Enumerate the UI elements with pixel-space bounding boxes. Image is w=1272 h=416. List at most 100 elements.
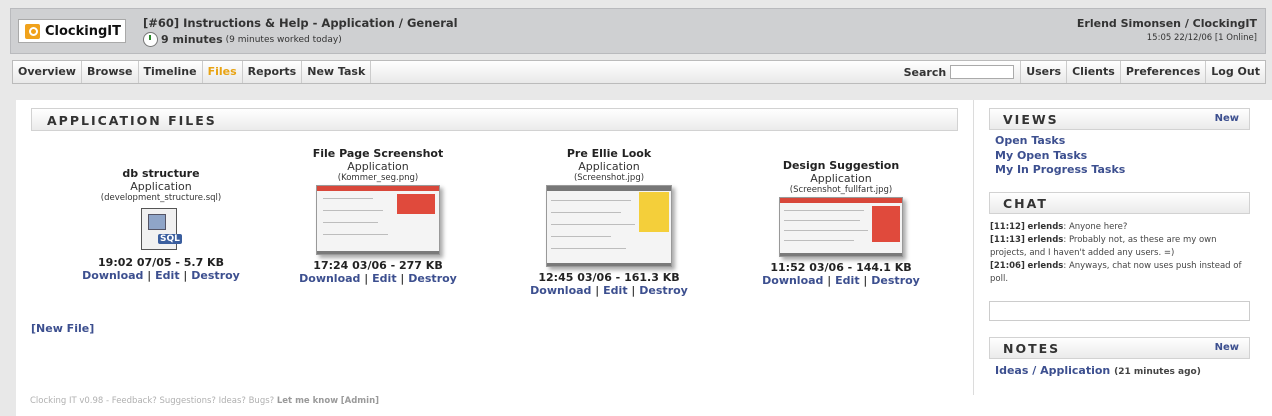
file-project: Application bbox=[578, 160, 640, 173]
admin-link[interactable]: [Admin] bbox=[341, 396, 379, 406]
chat-time: [11:12] bbox=[990, 222, 1025, 232]
chat-header: CHAT bbox=[989, 192, 1250, 214]
file-project: Application bbox=[810, 172, 872, 185]
edit-link[interactable]: Edit bbox=[603, 284, 627, 297]
nav-preferences[interactable]: Preferences bbox=[1119, 61, 1205, 83]
screenshot-thumbnail[interactable] bbox=[316, 185, 440, 255]
column-divider bbox=[973, 100, 974, 395]
file-item: File Page Screenshot Application (Kommer… bbox=[288, 147, 468, 285]
download-link[interactable]: Download bbox=[299, 272, 360, 285]
clockingit-logo[interactable]: ClockingIT bbox=[18, 19, 126, 43]
file-meta: 12:45 03/06 - 161.3 KB bbox=[538, 271, 680, 284]
file-original-name: (Screenshot.jpg) bbox=[573, 173, 645, 183]
chat-text: : Anyone here? bbox=[1063, 222, 1128, 232]
separator: | bbox=[183, 269, 188, 282]
file-name: File Page Screenshot bbox=[312, 147, 444, 160]
file-item: Pre Ellie Look Application (Screenshot.j… bbox=[519, 147, 699, 297]
worked-time-main: 9 minutes bbox=[161, 33, 223, 46]
nav-overview[interactable]: Overview bbox=[13, 61, 82, 83]
file-original-name: (Kommer_seg.png) bbox=[337, 173, 419, 183]
worked-time-detail: (9 minutes worked today) bbox=[225, 34, 342, 45]
view-my-in-progress-tasks[interactable]: My In Progress Tasks bbox=[995, 163, 1125, 176]
download-link[interactable]: Download bbox=[530, 284, 591, 297]
search-box: Search bbox=[904, 61, 1021, 83]
chat-title: CHAT bbox=[1003, 196, 1048, 211]
notes-header: NOTES New bbox=[989, 337, 1250, 359]
edit-link[interactable]: Edit bbox=[372, 272, 396, 285]
feedback-link[interactable]: Let me know bbox=[277, 396, 338, 406]
separator: | bbox=[400, 272, 405, 285]
file-name: db structure bbox=[122, 167, 200, 180]
file-actions: Download | Edit | Destroy bbox=[519, 284, 699, 297]
nav-files[interactable]: Files bbox=[203, 61, 243, 83]
chat-input[interactable] bbox=[989, 301, 1250, 321]
screenshot-thumbnail[interactable] bbox=[546, 185, 672, 267]
screenshot-thumbnail[interactable] bbox=[779, 197, 903, 257]
file-actions: Download | Edit | Destroy bbox=[288, 272, 468, 285]
note-age: (21 minutes ago) bbox=[1114, 367, 1201, 377]
clock-logo-icon bbox=[25, 23, 40, 39]
file-item: db structure Application (development_st… bbox=[71, 167, 251, 282]
nav-log-out[interactable]: Log Out bbox=[1205, 61, 1265, 83]
file-original-name: (Screenshot_fullfart.jpg) bbox=[789, 185, 893, 195]
chat-message: [11:12] erlends: Anyone here? bbox=[990, 221, 1252, 234]
download-link[interactable]: Download bbox=[762, 274, 823, 287]
content-panel: APPLICATION FILES db structure Applicati… bbox=[16, 100, 1272, 416]
file-meta: 11:52 03/06 - 144.1 KB bbox=[770, 261, 912, 274]
file-meta: 19:02 07/05 - 5.7 KB bbox=[98, 256, 224, 269]
views-header: VIEWS New bbox=[989, 108, 1250, 130]
download-link[interactable]: Download bbox=[82, 269, 143, 282]
file-actions: Download | Edit | Destroy bbox=[71, 269, 251, 282]
separator: | bbox=[364, 272, 369, 285]
destroy-link[interactable]: Destroy bbox=[871, 274, 920, 287]
chat-log: [11:12] erlends: Anyone here? [11:13] er… bbox=[990, 221, 1252, 286]
nav-new-task[interactable]: New Task bbox=[302, 61, 372, 83]
file-actions: Download | Edit | Destroy bbox=[751, 274, 931, 287]
nav-reports[interactable]: Reports bbox=[243, 61, 303, 83]
clock-icon[interactable] bbox=[143, 32, 158, 47]
nav-browse[interactable]: Browse bbox=[82, 61, 139, 83]
notes-list: Ideas / Application (21 minutes ago) bbox=[995, 364, 1201, 377]
note-item[interactable]: Ideas / Application bbox=[995, 364, 1110, 377]
nav-timeline[interactable]: Timeline bbox=[139, 61, 203, 83]
search-input[interactable] bbox=[950, 65, 1015, 79]
file-item: Design Suggestion Application (Screensho… bbox=[751, 159, 931, 287]
destroy-link[interactable]: Destroy bbox=[191, 269, 240, 282]
new-view-link[interactable]: New bbox=[1215, 113, 1239, 124]
chat-time: [21:06] bbox=[990, 261, 1025, 271]
chat-user: erlends bbox=[1027, 261, 1064, 271]
view-my-open-tasks[interactable]: My Open Tasks bbox=[995, 149, 1087, 162]
separator: | bbox=[863, 274, 868, 287]
chat-message: [11:13] erlends: Probably not, as these … bbox=[990, 234, 1252, 260]
files-title: APPLICATION FILES bbox=[47, 113, 217, 128]
separator: | bbox=[827, 274, 832, 287]
edit-link[interactable]: Edit bbox=[155, 269, 179, 282]
files-header: APPLICATION FILES bbox=[31, 108, 958, 131]
search-label: Search bbox=[903, 65, 947, 79]
view-open-tasks[interactable]: Open Tasks bbox=[995, 134, 1065, 147]
time-status: 15:05 22/12/06 [1 Online] bbox=[1146, 33, 1257, 43]
destroy-link[interactable]: Destroy bbox=[639, 284, 688, 297]
chat-time: [11:13] bbox=[990, 235, 1025, 245]
new-note-link[interactable]: New bbox=[1215, 342, 1239, 353]
file-name: Design Suggestion bbox=[782, 159, 900, 172]
file-meta: 17:24 03/06 - 277 KB bbox=[313, 259, 443, 272]
destroy-link[interactable]: Destroy bbox=[408, 272, 457, 285]
nav-users[interactable]: Users bbox=[1020, 61, 1066, 83]
chat-message: [21:06] erlends: Anyways, chat now uses … bbox=[990, 260, 1252, 286]
current-task-title[interactable]: [#60] Instructions & Help - Application … bbox=[143, 16, 458, 30]
separator: | bbox=[631, 284, 636, 297]
worked-time: 9 minutes (9 minutes worked today) bbox=[143, 32, 342, 47]
file-name: Pre Ellie Look bbox=[566, 147, 652, 160]
footer-text: Clocking IT v0.98 - Feedback? Suggestion… bbox=[30, 396, 275, 406]
footer: Clocking IT v0.98 - Feedback? Suggestion… bbox=[30, 396, 379, 406]
main-nav: Overview Browse Timeline Files Reports N… bbox=[12, 60, 1266, 84]
sql-file-icon[interactable]: SQL bbox=[139, 206, 183, 252]
new-file-link[interactable]: [New File] bbox=[31, 322, 94, 335]
user-name: Erlend Simonsen / ClockingIT bbox=[1076, 17, 1257, 30]
separator: | bbox=[595, 284, 600, 297]
views-title: VIEWS bbox=[1003, 112, 1059, 127]
nav-clients[interactable]: Clients bbox=[1066, 61, 1120, 83]
user-info: Erlend Simonsen / ClockingIT 15:05 22/12… bbox=[1077, 17, 1257, 43]
edit-link[interactable]: Edit bbox=[835, 274, 859, 287]
